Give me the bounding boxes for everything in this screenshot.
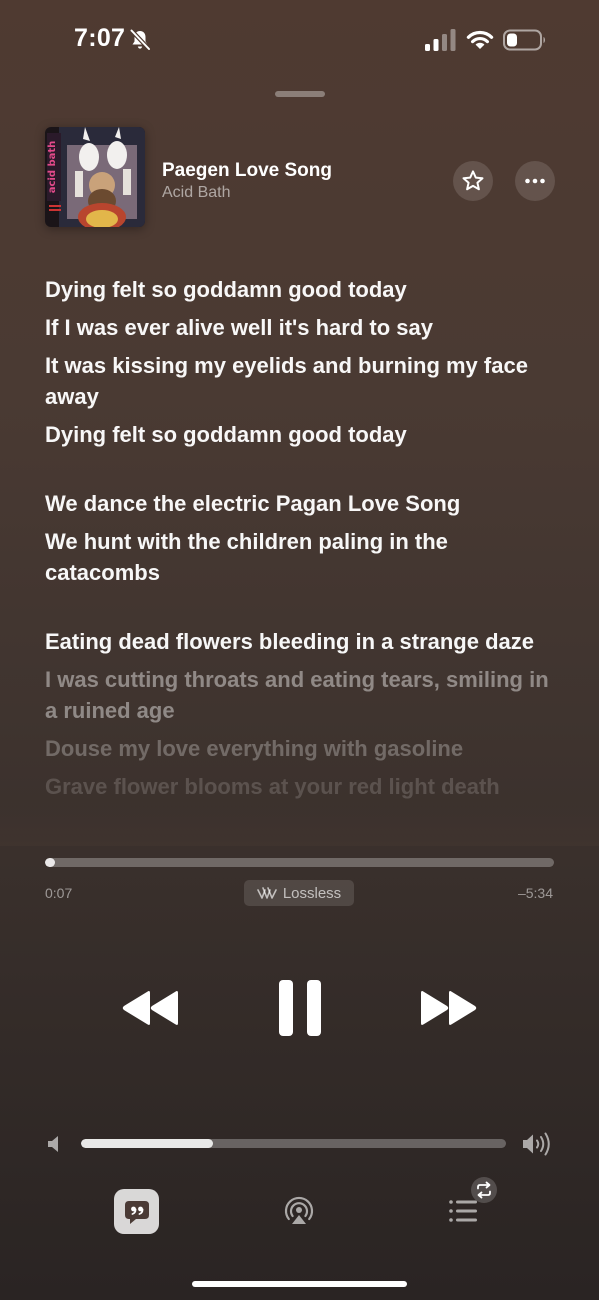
progress-fill <box>45 858 56 867</box>
star-icon <box>462 170 484 191</box>
volume-fill <box>81 1139 213 1148</box>
album-art[interactable]: acid bath <box>45 127 145 227</box>
lyrics-quote-icon <box>124 1200 149 1224</box>
airplay-icon[interactable] <box>281 1193 317 1229</box>
lyric-line[interactable]: Dying felt so goddamn good today <box>45 274 565 305</box>
ellipsis-icon <box>525 178 545 184</box>
lyric-line[interactable]: We dance the electric Pagan Love Song <box>45 488 565 519</box>
mute-bell-icon <box>129 28 152 52</box>
elapsed-time: 0:07 <box>45 885 73 901</box>
now-playing-screen: 7:07 acid bath Paegen Love Song Acid Bat… <box>0 0 599 1300</box>
fast-forward-icon[interactable] <box>417 988 479 1028</box>
song-title[interactable]: Paegen Love Song <box>162 160 332 182</box>
status-time: 7:07 <box>74 24 126 52</box>
cellular-signal-icon <box>425 29 456 51</box>
wifi-icon <box>466 30 494 49</box>
lyrics-fade-overlay <box>0 800 599 846</box>
lyric-line[interactable]: Eating dead flowers bleeding in a strang… <box>45 626 565 657</box>
album-art-logo-text: acid bath <box>47 141 58 194</box>
lyric-line[interactable]: If I was ever alive well it's hard to sa… <box>45 312 565 343</box>
speaker-low-icon <box>48 1136 58 1152</box>
artist-name[interactable]: Acid Bath <box>162 184 230 202</box>
favorite-button[interactable] <box>453 161 493 201</box>
progress-scrubber[interactable] <box>45 858 554 867</box>
lyric-line[interactable]: It was kissing my eyelids and burning my… <box>45 350 565 412</box>
battery-icon <box>503 29 545 51</box>
home-indicator[interactable] <box>192 1281 407 1287</box>
lossless-label: Lossless <box>282 884 342 902</box>
repeat-icon[interactable] <box>470 1176 498 1204</box>
lyric-line[interactable]: We hunt with the children paling in the … <box>45 526 565 588</box>
lyrics-view[interactable]: Dying felt so goddamn good today If I was… <box>45 274 565 809</box>
pause-icon[interactable] <box>277 979 323 1037</box>
lyric-line[interactable]: Douse my love everything with gasoline <box>45 733 565 764</box>
lyric-line[interactable]: Dying felt so goddamn good today <box>45 419 565 450</box>
lyric-line[interactable]: I was cutting throats and eating tears, … <box>45 664 565 726</box>
volume-slider[interactable] <box>81 1139 506 1148</box>
sheet-grabber[interactable] <box>275 91 325 97</box>
lyrics-toggle-button[interactable] <box>114 1189 159 1234</box>
lyric-line[interactable]: Grave flower blooms at your red light de… <box>45 771 565 802</box>
lossless-wave-icon <box>257 887 277 899</box>
lossless-badge[interactable]: Lossless <box>244 880 354 906</box>
speaker-high-icon <box>523 1132 550 1156</box>
more-options-button[interactable] <box>515 161 555 201</box>
remaining-time: –5:34 <box>517 885 553 901</box>
rewind-icon[interactable] <box>120 988 182 1028</box>
status-bar: 7:07 <box>0 0 599 80</box>
